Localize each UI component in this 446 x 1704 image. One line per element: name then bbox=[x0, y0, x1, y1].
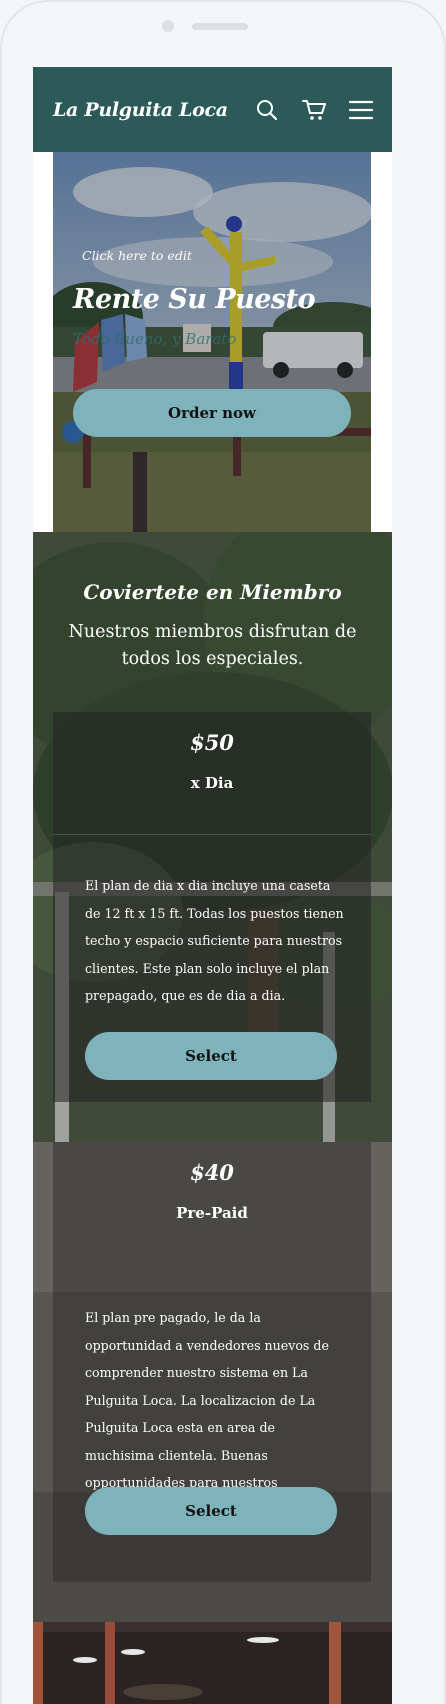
plan-price: $50 bbox=[190, 730, 234, 755]
membership-section: Coviertete en Miembro Nuestros miembros … bbox=[33, 532, 392, 1622]
plan-price: $40 bbox=[190, 1160, 234, 1185]
plan-card: $40 Pre-Paid El plan pre pagado, le da l… bbox=[53, 1142, 371, 1582]
cart-icon[interactable] bbox=[301, 97, 327, 123]
edit-hint[interactable]: Click here to edit bbox=[82, 248, 192, 263]
speaker-slot bbox=[192, 23, 248, 30]
plan-description: El plan de dia x dia incluye una caseta … bbox=[85, 878, 344, 1003]
plan-name: x Dia bbox=[190, 774, 234, 792]
phone-frame: La Pulguita Loca Click here to edit Rent… bbox=[0, 0, 446, 1704]
select-plan-button[interactable]: Select bbox=[85, 1487, 337, 1535]
membership-subtitle: Nuestros miembros disfrutan de todos los… bbox=[68, 622, 357, 669]
select-plan-button[interactable]: Select bbox=[85, 1032, 337, 1080]
hero-subtitle: Todo Bueno, y Barato bbox=[73, 330, 237, 348]
site-brand[interactable]: La Pulguita Loca bbox=[53, 99, 233, 121]
menu-icon[interactable] bbox=[348, 97, 374, 123]
camera-dot bbox=[162, 20, 174, 32]
hero-section: Click here to edit Rente Su Puesto Todo … bbox=[53, 152, 371, 532]
search-icon[interactable] bbox=[254, 97, 280, 123]
plan-card: $50 x Dia El plan de dia x dia incluye u… bbox=[53, 712, 371, 1102]
hero-title: Rente Su Puesto bbox=[73, 284, 316, 315]
plan-divider bbox=[53, 834, 371, 835]
order-now-button[interactable]: Order now bbox=[73, 389, 351, 437]
site-header: La Pulguita Loca bbox=[33, 67, 392, 152]
site-preview: La Pulguita Loca Click here to edit Rent… bbox=[33, 67, 392, 1704]
membership-title: Coviertete en Miembro bbox=[83, 580, 342, 604]
next-section-photo bbox=[33, 1622, 392, 1704]
plan-name: Pre-Paid bbox=[176, 1204, 248, 1222]
